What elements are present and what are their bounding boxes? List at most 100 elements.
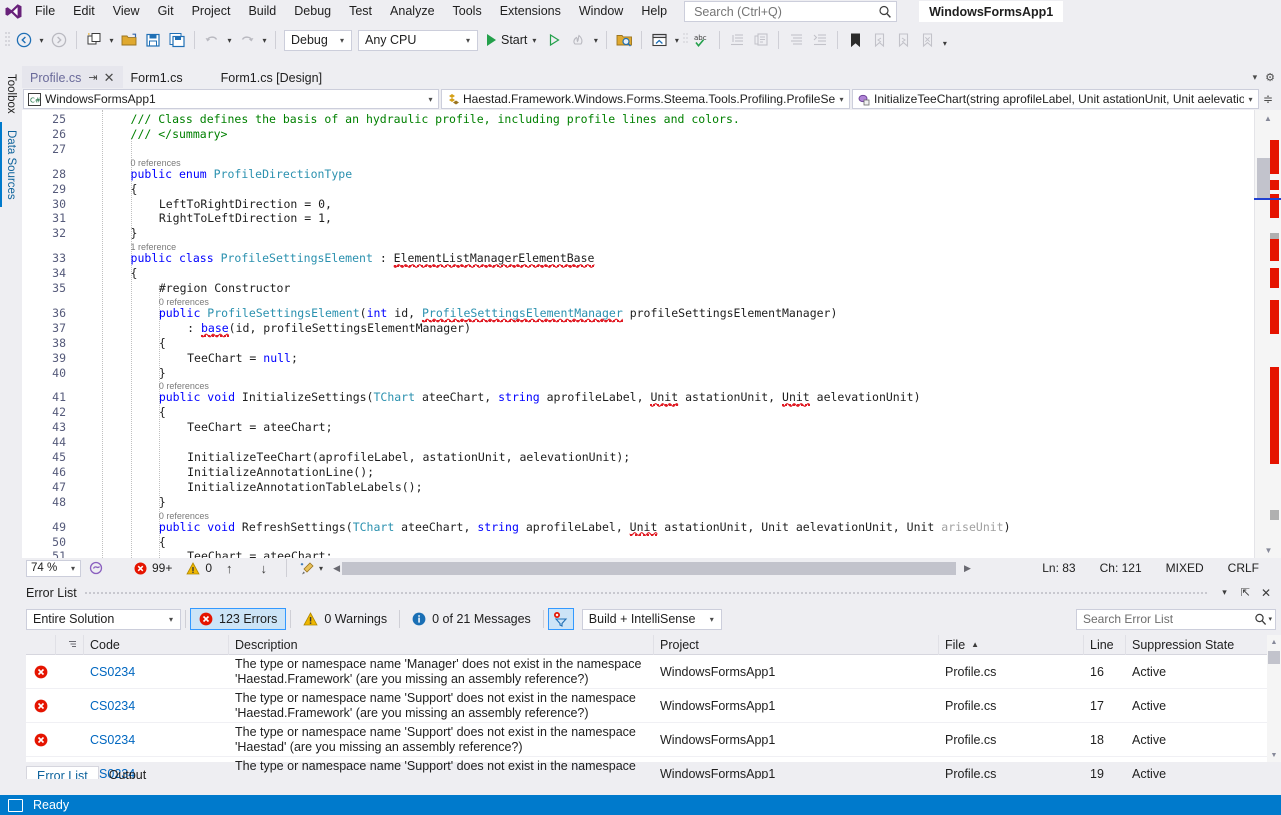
scroll-up-icon[interactable]: ▲ <box>1267 635 1281 649</box>
code-line[interactable]: TeeChart = null; <box>187 351 298 366</box>
column-options[interactable] <box>56 634 84 655</box>
tab-form1-cs-design[interactable]: Form1.cs [Design] <box>190 66 331 88</box>
member-scope-combo[interactable]: InitializeTeeChart(string aprofileLabel,… <box>852 89 1259 109</box>
menu-debug[interactable]: Debug <box>285 2 340 21</box>
code-line[interactable]: : base(id, profileSettingsElementManager… <box>187 320 471 337</box>
column-file[interactable]: File ▲ <box>939 634 1084 655</box>
code-line[interactable]: public class ProfileSettingsElement : El… <box>131 251 595 268</box>
tab-settings-icon[interactable]: ⚙ <box>1265 71 1275 84</box>
menu-tools[interactable]: Tools <box>444 2 491 21</box>
tab-overflow-icon[interactable]: ▾ <box>1253 72 1258 83</box>
next-bookmark-icon[interactable] <box>892 29 914 51</box>
clear-bookmarks-icon[interactable] <box>916 29 938 51</box>
split-view-icon[interactable]: ≑ <box>1261 92 1275 106</box>
chevron-down-icon[interactable]: ▾ <box>1268 615 1272 623</box>
scope-combo[interactable]: Entire Solution ▾ <box>26 608 181 630</box>
code-line[interactable]: InitializeTeeChart(aprofileLabel, astati… <box>187 450 630 465</box>
menu-edit[interactable]: Edit <box>64 2 104 21</box>
editor-vertical-scrollbar[interactable]: ▲ ▼ <box>1254 110 1281 558</box>
new-project-icon[interactable] <box>83 29 105 51</box>
menu-help[interactable]: Help <box>632 2 676 21</box>
code-line[interactable]: public enum ProfileDirectionType <box>131 167 353 182</box>
bookmark-icon[interactable] <box>844 29 866 51</box>
previous-bookmark-icon[interactable] <box>868 29 890 51</box>
scroll-up-icon[interactable]: ▲ <box>1255 110 1281 126</box>
table-row[interactable]: CS0234 The type or namespace name 'Suppor… <box>26 689 1281 723</box>
start-without-debug-icon[interactable] <box>543 29 565 51</box>
toolbar-overflow-icon[interactable]: ▾ <box>939 29 950 51</box>
error-count-indicator[interactable]: 99+ <box>112 561 172 575</box>
error-scroll-thumb[interactable] <box>1268 651 1280 664</box>
error-filter-icon[interactable] <box>547 608 574 630</box>
error-list-grid[interactable]: Code Description Project File ▲ Line Sup… <box>26 634 1281 791</box>
source-filter-combo[interactable]: Build + IntelliSense ▾ <box>581 608 722 630</box>
quick-search-input[interactable] <box>692 3 879 20</box>
column-line[interactable]: Line <box>1084 634 1126 655</box>
save-icon[interactable] <box>142 29 164 51</box>
code-editor[interactable]: 25 /// Class defines the basis of an hydr… <box>22 110 1254 558</box>
redo-dropdown-icon[interactable]: ▾ <box>259 29 270 51</box>
sidebar-item-toolbox[interactable]: Toolbox <box>0 66 20 122</box>
hscroll-thumb[interactable] <box>341 561 956 575</box>
sidebar-item-data-sources[interactable]: Data Sources <box>0 121 20 208</box>
window-layout-dropdown-icon[interactable]: ▾ <box>671 29 682 51</box>
menu-project[interactable]: Project <box>183 2 240 21</box>
hot-reload-icon[interactable] <box>567 29 589 51</box>
find-in-files-icon[interactable] <box>613 29 635 51</box>
close-icon[interactable]: ✕ <box>1257 586 1275 600</box>
hscroll-right-arrow-icon[interactable]: ▶ <box>956 563 971 574</box>
column-project[interactable]: Project <box>654 634 939 655</box>
navigate-back-icon[interactable] <box>13 29 35 51</box>
comment-selection-icon[interactable] <box>750 29 772 51</box>
error-code-cell[interactable]: CS0234 <box>84 689 229 723</box>
error-code-cell[interactable]: CS0234 <box>84 655 229 689</box>
pin-icon[interactable]: ⇥ <box>88 71 97 84</box>
code-surface[interactable]: 25 /// Class defines the basis of an hydr… <box>22 110 1254 558</box>
scroll-down-icon[interactable]: ▼ <box>1267 748 1281 762</box>
column-suppression-state[interactable]: Suppression State <box>1126 635 1267 655</box>
code-line[interactable]: /// Class defines the basis of an hydrau… <box>131 112 740 127</box>
toolbar-grip-2[interactable] <box>682 30 690 50</box>
chevron-down-icon[interactable]: ▾ <box>1215 587 1234 598</box>
project-scope-combo[interactable]: C# WindowsFormsApp1 ▾ <box>23 89 439 109</box>
save-all-icon[interactable] <box>166 29 188 51</box>
error-search-box[interactable]: Search Error List ▾ <box>1076 608 1276 630</box>
code-line[interactable]: InitializeAnnotationLine(); <box>187 465 374 480</box>
scroll-thumb[interactable] <box>1257 158 1270 200</box>
outdent-icon[interactable] <box>726 29 748 51</box>
warnings-filter-button[interactable]: 0 Warnings <box>295 608 395 630</box>
open-file-icon[interactable] <box>118 29 140 51</box>
configuration-combo[interactable]: Debug ▾ <box>284 29 352 51</box>
menu-test[interactable]: Test <box>340 2 381 21</box>
abc-spellcheck-icon[interactable]: abc <box>691 29 713 51</box>
code-cleanup-icon[interactable] <box>292 561 319 576</box>
increase-indent-icon[interactable] <box>809 29 831 51</box>
menu-build[interactable]: Build <box>239 2 285 21</box>
code-line[interactable]: /// </summary> <box>131 127 228 142</box>
uncomment-selection-icon[interactable] <box>785 29 807 51</box>
intellicode-icon[interactable] <box>81 561 112 576</box>
column-code[interactable]: Code <box>84 634 229 655</box>
code-line[interactable]: { <box>159 535 166 550</box>
quick-search-box[interactable] <box>684 1 898 22</box>
code-line[interactable]: { <box>131 266 138 281</box>
editor-horizontal-scrollbar[interactable] <box>341 561 956 575</box>
code-line[interactable]: { <box>131 182 138 197</box>
code-line[interactable]: LeftToRightDirection = 0, <box>159 197 332 212</box>
code-line[interactable]: TeeChart = ateeChart; <box>187 420 332 435</box>
zoom-combo[interactable]: 74 % ▾ <box>26 559 81 577</box>
menu-extensions[interactable]: Extensions <box>491 2 570 21</box>
warning-count-indicator[interactable]: 0 <box>172 561 212 575</box>
arrow-up-icon[interactable]: ↑ <box>212 561 247 576</box>
type-scope-combo[interactable]: Haestad.Framework.Windows.Forms.Steema.T… <box>441 89 850 109</box>
tab-profile-cs[interactable]: Profile.cs ⇥ ✕ <box>22 66 123 88</box>
column-severity[interactable] <box>26 634 56 655</box>
code-line[interactable]: { <box>159 405 166 420</box>
table-row[interactable]: CS0234 The type or namespace name 'Manage… <box>26 655 1281 689</box>
menu-analyze[interactable]: Analyze <box>381 2 443 21</box>
navigate-back-dropdown-icon[interactable]: ▾ <box>36 29 47 51</box>
menu-git[interactable]: Git <box>149 2 183 21</box>
window-layout-icon[interactable] <box>648 29 670 51</box>
column-description[interactable]: Description <box>229 634 654 655</box>
code-line[interactable]: InitializeAnnotationTableLabels(); <box>187 480 422 495</box>
